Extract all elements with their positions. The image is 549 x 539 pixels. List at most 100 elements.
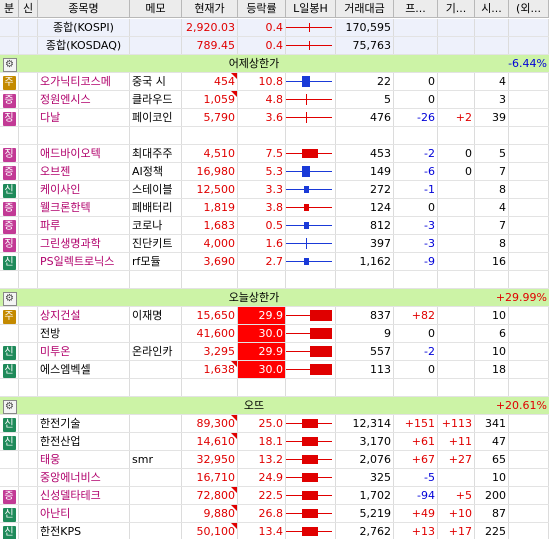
stock-name[interactable]: 태웅 bbox=[38, 451, 130, 468]
market-cap: 200 bbox=[475, 487, 509, 504]
stock-name[interactable]: 전방 bbox=[38, 325, 130, 342]
memo-cell[interactable]: 이재명 bbox=[130, 307, 182, 324]
stock-name[interactable]: 한전산업 bbox=[38, 433, 130, 450]
stock-name[interactable]: PS일렉트로닉스 bbox=[38, 253, 130, 270]
empty-cell bbox=[238, 127, 286, 144]
memo-cell[interactable] bbox=[130, 487, 182, 504]
candle-body bbox=[310, 328, 332, 339]
stock-row: 증 정원엔시스 클라우드 1,059 4.8 5 0 3 bbox=[0, 91, 549, 109]
category-cell: 징 bbox=[0, 235, 19, 252]
category-cell: 증 bbox=[0, 487, 19, 504]
memo-cell[interactable] bbox=[130, 415, 182, 432]
stock-name[interactable]: 파루 bbox=[38, 217, 130, 234]
memo-cell[interactable]: 코로나 bbox=[130, 217, 182, 234]
col-header-program[interactable]: 프... bbox=[394, 0, 438, 17]
col-header-price[interactable]: 현재가 bbox=[182, 0, 238, 17]
candle-cell bbox=[286, 91, 336, 108]
stock-row: 주 상지건설 이재명 15,650 29.9 837 +82 10 bbox=[0, 307, 549, 325]
market-cap: 225 bbox=[475, 523, 509, 539]
memo-cell[interactable] bbox=[130, 469, 182, 486]
change-rate: 0.4 bbox=[238, 37, 286, 54]
stock-name[interactable]: 오가닉티코스메 bbox=[38, 73, 130, 90]
stock-name[interactable]: 오브젠 bbox=[38, 163, 130, 180]
col-header-memo[interactable]: 메모 bbox=[130, 0, 182, 17]
col-header-rate[interactable]: 등락률 bbox=[238, 0, 286, 17]
change-rate: 1.6 bbox=[238, 235, 286, 252]
empty-cell bbox=[475, 37, 509, 54]
col-header-foreign[interactable]: (외... bbox=[509, 0, 549, 17]
empty-cell bbox=[182, 127, 238, 144]
credit-cell bbox=[19, 361, 38, 378]
candle-cell bbox=[286, 451, 336, 468]
col-header-market-cap[interactable]: 시... bbox=[475, 0, 509, 17]
memo-cell[interactable]: 온라인카 bbox=[130, 343, 182, 360]
badge-sin: 신 bbox=[2, 526, 16, 539]
col-header-name[interactable]: 종목명 bbox=[38, 0, 130, 17]
memo-cell[interactable]: 페이코인 bbox=[130, 109, 182, 126]
candle-cell bbox=[286, 487, 336, 504]
gear-icon[interactable]: ⚙ bbox=[2, 400, 17, 414]
category-cell: 신 bbox=[0, 433, 19, 450]
stock-name[interactable]: 케이사인 bbox=[38, 181, 130, 198]
stock-row: 중앙에너비스 16,710 24.9 325 -5 10 bbox=[0, 469, 549, 487]
stock-name[interactable]: 미투온 bbox=[38, 343, 130, 360]
credit-cell bbox=[19, 199, 38, 216]
institution-net: +113 bbox=[438, 415, 475, 432]
category-cell: 징 bbox=[0, 109, 19, 126]
program-net: -5 bbox=[394, 469, 438, 486]
memo-cell[interactable]: 진단키트 bbox=[130, 235, 182, 252]
stock-name[interactable]: 신성델타테크 bbox=[38, 487, 130, 504]
gear-icon[interactable]: ⚙ bbox=[2, 292, 17, 306]
stock-name[interactable]: 다날 bbox=[38, 109, 130, 126]
change-rate: 4.8 bbox=[238, 91, 286, 108]
memo-cell[interactable] bbox=[130, 361, 182, 378]
memo-cell[interactable]: 최대주주 bbox=[130, 145, 182, 162]
memo-cell[interactable]: 중국 시 bbox=[130, 73, 182, 90]
memo-cell[interactable] bbox=[130, 523, 182, 539]
empty-cell bbox=[394, 19, 438, 36]
memo-cell[interactable]: 페배터리 bbox=[130, 199, 182, 216]
market-cap: 65 bbox=[475, 451, 509, 468]
memo-cell[interactable] bbox=[130, 433, 182, 450]
stock-name[interactable]: 상지건설 bbox=[38, 307, 130, 324]
program-net: -1 bbox=[394, 181, 438, 198]
candle-body bbox=[302, 419, 318, 428]
stock-name[interactable]: 그린생명과학 bbox=[38, 235, 130, 252]
memo-cell[interactable]: AI정책 bbox=[130, 163, 182, 180]
program-net: -6 bbox=[394, 163, 438, 180]
stock-name[interactable]: 애드바이오텍 bbox=[38, 145, 130, 162]
institution-net bbox=[438, 91, 475, 108]
stock-name[interactable]: 한전KPS bbox=[38, 523, 130, 539]
candle-cell bbox=[286, 235, 336, 252]
gear-icon[interactable]: ⚙ bbox=[2, 58, 17, 72]
memo-cell[interactable]: rf모듈 bbox=[130, 253, 182, 270]
stock-name[interactable]: 중앙에너비스 bbox=[38, 469, 130, 486]
stock-name[interactable]: 웰크론한텍 bbox=[38, 199, 130, 216]
empty-cell bbox=[130, 271, 182, 288]
memo-cell[interactable]: 클라우드 bbox=[130, 91, 182, 108]
stock-name[interactable]: 정원엔시스 bbox=[38, 91, 130, 108]
empty-cell bbox=[438, 127, 475, 144]
memo-cell[interactable]: 스테이블 bbox=[130, 181, 182, 198]
index-name[interactable]: 종합(KOSPI) bbox=[38, 19, 130, 36]
col-header-institution[interactable]: 기... bbox=[438, 0, 475, 17]
foreign-cell bbox=[509, 307, 549, 324]
stock-name[interactable]: 아난티 bbox=[38, 505, 130, 522]
credit-cell bbox=[19, 109, 38, 126]
empty-cell bbox=[19, 127, 38, 144]
col-header-value[interactable]: 거래대금 bbox=[336, 0, 394, 17]
candle-cell bbox=[286, 109, 336, 126]
stock-name[interactable]: 한전기술 bbox=[38, 415, 130, 432]
foreign-cell bbox=[509, 451, 549, 468]
memo-cell[interactable] bbox=[130, 325, 182, 342]
col-header-credit[interactable]: 신 bbox=[19, 0, 38, 17]
index-name[interactable]: 종합(KOSDAQ) bbox=[38, 37, 130, 54]
stock-name[interactable]: 에스엠벡셀 bbox=[38, 361, 130, 378]
market-cap: 4 bbox=[475, 73, 509, 90]
memo-cell[interactable]: smr bbox=[130, 451, 182, 468]
col-header-category[interactable]: 분 bbox=[0, 0, 19, 17]
market-cap: 8 bbox=[475, 181, 509, 198]
alert-flag-icon bbox=[231, 505, 237, 511]
memo-cell[interactable] bbox=[130, 505, 182, 522]
col-header-candle[interactable]: L일봉H bbox=[286, 0, 336, 17]
